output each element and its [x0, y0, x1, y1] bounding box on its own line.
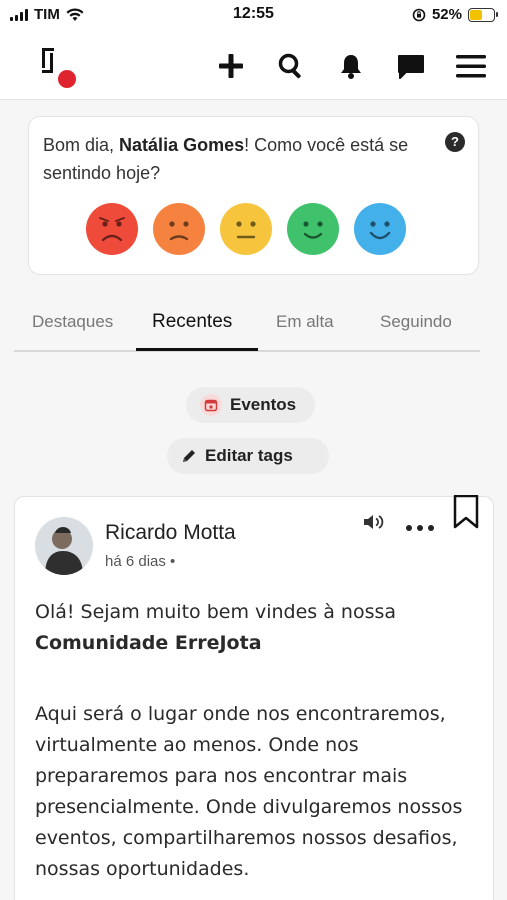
status-bar: TIM 12:55 52%	[0, 0, 507, 30]
search-icon[interactable]	[275, 50, 307, 82]
mood-face-neutral[interactable]	[220, 203, 272, 255]
rotation-lock-icon	[412, 8, 426, 21]
mood-face-very-happy[interactable]	[354, 203, 406, 255]
calendar-icon	[200, 394, 222, 416]
post-actions	[363, 495, 479, 532]
battery-fill	[470, 9, 482, 20]
post-body-text: Aqui será o lugar onde nos encontraremos…	[35, 703, 463, 880]
edit-tags-button[interactable]: Editar tags	[167, 438, 329, 474]
mood-user-name: Natália Gomes	[119, 135, 245, 155]
bell-icon[interactable]	[335, 50, 367, 82]
avatar[interactable]	[35, 517, 93, 575]
speaker-icon[interactable]	[363, 512, 387, 532]
status-right: 52%	[412, 6, 498, 23]
post-intro: Olá! Sejam muito bem vindes à nossa	[35, 601, 397, 623]
post-body: Olá! Sejam muito bem vindes à nossa Comu…	[35, 597, 465, 885]
mood-greeting: Bom dia,	[43, 135, 120, 155]
tab-destaques[interactable]: Destaques	[32, 312, 113, 332]
mood-face-very-sad[interactable]	[86, 203, 138, 255]
app-header	[0, 30, 507, 100]
post-author[interactable]: Ricardo Motta	[105, 521, 236, 545]
post-card: Ricardo Motta há 6 dias • Olá! Sejam mui…	[14, 495, 494, 900]
mood-faces	[86, 203, 406, 255]
chat-icon[interactable]	[395, 50, 427, 82]
feed-tabs: Destaques Recentes Em alta Seguindo	[14, 298, 480, 352]
edit-tags-label: Editar tags	[205, 446, 293, 465]
battery-icon	[468, 7, 498, 22]
header-actions	[215, 50, 487, 82]
help-icon[interactable]: ?	[445, 132, 465, 152]
logo-badge	[58, 70, 76, 88]
tab-seguindo[interactable]: Seguindo	[380, 312, 452, 332]
mood-face-sad[interactable]	[153, 203, 205, 255]
menu-icon[interactable]	[455, 50, 487, 82]
events-tag-chip[interactable]: Eventos	[186, 387, 315, 423]
tab-recentes[interactable]: Recentes	[152, 311, 232, 333]
battery-percent: 52%	[431, 6, 462, 23]
mood-card: Bom dia, Natália Gomes! Como você está s…	[28, 116, 479, 275]
plus-icon[interactable]	[215, 50, 247, 82]
events-label: Eventos	[230, 395, 297, 414]
post-community-name: Comunidade ErreJota	[35, 632, 262, 654]
pencil-icon	[183, 450, 195, 462]
active-tab-indicator	[136, 348, 258, 351]
bookmark-icon[interactable]	[453, 495, 479, 529]
more-options-icon[interactable]	[405, 524, 435, 532]
app-logo[interactable]	[38, 44, 78, 90]
post-time: há 6 dias •	[105, 553, 176, 570]
tab-em-alta[interactable]: Em alta	[276, 312, 334, 332]
mood-question: Bom dia, Natália Gomes! Como você está s…	[43, 131, 438, 187]
mood-face-happy[interactable]	[287, 203, 339, 255]
